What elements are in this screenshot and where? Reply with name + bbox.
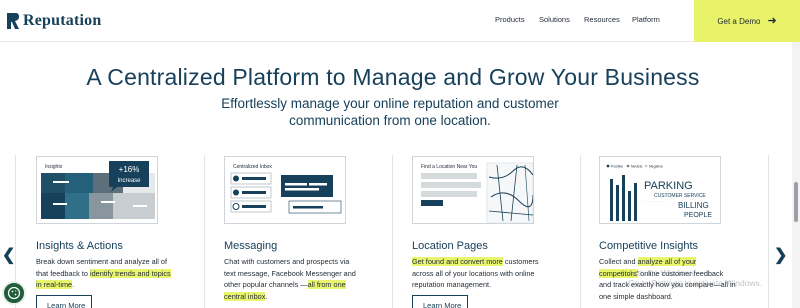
page-scrollbar[interactable] [792,42,800,308]
nav-platform[interactable]: Platform [632,15,660,24]
word-parking: PARKING [644,180,693,192]
learn-more-button[interactable]: Learn More [412,295,468,308]
brand-logo[interactable]: Reputation [7,12,101,30]
legend-positive: Positive [611,165,623,169]
site-header: Reputation Products Solutions Resources … [0,0,800,42]
insights-badge-value: +16% [119,165,140,174]
page-title: A Centralized Platform to Manage and Gro… [86,64,700,90]
card-title-messaging: Messaging [224,240,278,252]
location-illustration: Find a Location Near You [412,156,534,224]
learn-more-button[interactable]: Learn More [36,295,92,308]
legend-neutral: Neutral [631,165,643,169]
messaging-image-label: Centralized Inbox [233,164,272,170]
get-demo-button[interactable]: Get a Demo ➜ [694,0,800,42]
scrollbar-thumb[interactable] [794,182,798,222]
brand-name: Reputation [23,12,102,29]
get-demo-label: Get a Demo [717,16,761,26]
insights-illustration: Insights +16% Increase [36,156,158,224]
nav-solutions[interactable]: Solutions [539,15,570,24]
card-desc-insights: Break down sentiment and analyze all of … [36,257,171,289]
word-people: PEOPLE [684,212,712,219]
competitive-illustration: Positive Neutral Negative PARKING CUSTOM… [599,156,721,224]
card-divider [204,155,205,308]
nav-resources[interactable]: Resources [584,15,620,24]
card-desc-location: Get found and convert more customers acr… [412,257,539,289]
card-desc-messaging: Chat with customers and prospects via te… [224,257,356,301]
card-divider [768,155,769,308]
chevron-right-icon[interactable]: ❯ [774,248,787,264]
page-subtitle: Effortlessly manage your online reputati… [221,96,559,128]
chevron-left-icon[interactable]: ❮ [2,248,15,264]
card-divider [392,155,393,308]
legend-negative: Negative [649,165,663,169]
windows-watermark: Activate Windows Go to Settings to activ… [628,268,762,288]
insights-image-label: Insights [45,164,63,170]
card-title-location: Location Pages [412,240,488,252]
insights-badge-text: Increase [117,178,141,184]
card-divider [580,155,581,308]
cookie-icon[interactable] [2,281,26,305]
watermark-line2: Go to Settings to activate Windows. [628,278,763,288]
word-customer-service: CUSTOMER SERVICE [654,193,706,199]
card-title-competitive: Competitive Insights [599,240,699,252]
word-billing: BILLING [678,201,709,210]
arrow-right-icon: ➜ [767,14,777,27]
watermark-line1: Activate Windows [628,268,696,278]
location-image-label: Find a Location Near You [421,164,477,170]
nav-products[interactable]: Products [495,15,525,24]
messaging-illustration: Centralized Inbox [224,156,346,224]
logo-mark-icon [7,13,19,29]
card-title-insights: Insights & Actions [36,240,123,252]
svg-text:· · · · · · · · · · ·: · · · · · · · · · · · [644,200,667,204]
